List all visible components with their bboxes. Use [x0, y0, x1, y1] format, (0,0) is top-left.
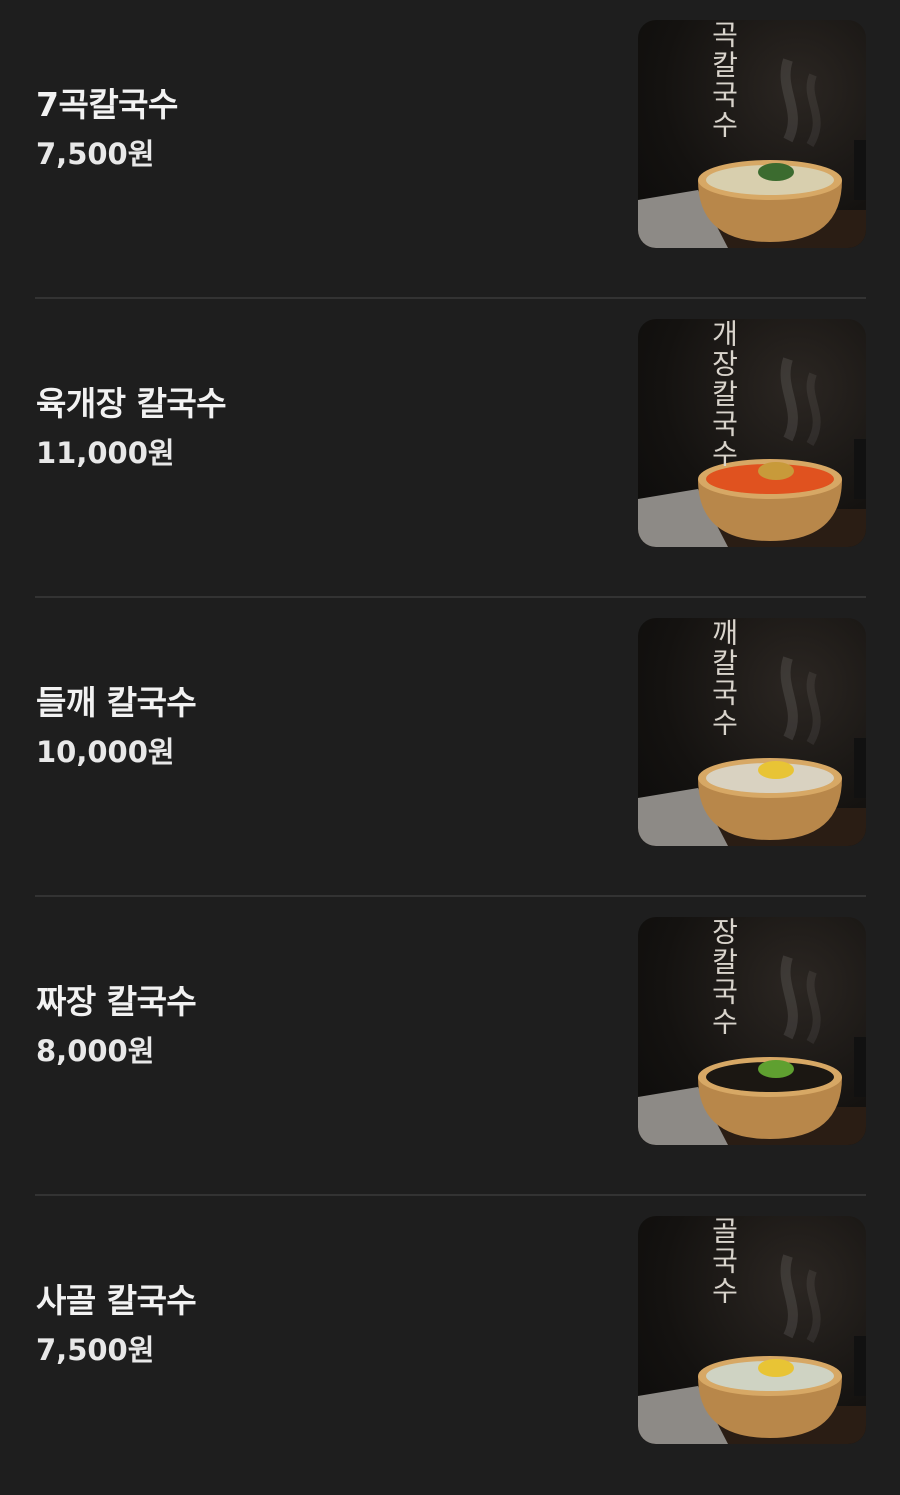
poster-title: 장칼국수	[707, 917, 740, 1037]
steam-wisp	[780, 357, 798, 442]
menu-item-price: 8,000원	[36, 1034, 155, 1068]
steam-wisp	[806, 1269, 821, 1344]
menu-list: 7곡칼국수 7,500원 곡칼국수 육개장 칼국수 11,000원 개장칼국수 …	[0, 0, 900, 1495]
poster-title: 곡칼국수	[707, 20, 740, 140]
menu-item-image[interactable]: 곡칼국수	[638, 20, 866, 248]
bowl-illustration	[638, 955, 866, 1145]
steam-wisp	[780, 656, 798, 741]
poster-title: 깨칼국수	[707, 618, 740, 738]
poster-title: 개장칼국수	[707, 319, 740, 469]
steam-wisp	[780, 58, 798, 143]
topping	[758, 1359, 794, 1377]
bottle	[854, 140, 866, 200]
bowl-illustration	[638, 1254, 866, 1444]
menu-item-name: 7곡칼국수	[36, 85, 178, 124]
steam-wisp	[806, 671, 821, 746]
bowl-illustration	[638, 656, 866, 846]
menu-item-text: 7곡칼국수 7,500원	[36, 82, 178, 174]
bottle	[854, 439, 866, 499]
menu-item-price: 11,000원	[36, 436, 175, 470]
bowl-illustration	[638, 58, 866, 248]
steam-wisp	[780, 1254, 798, 1339]
menu-item-price: 7,500원	[36, 1333, 155, 1367]
topping	[758, 163, 794, 181]
menu-item-sagol[interactable]: 사골 칼국수 7,500원 골국수	[35, 1196, 866, 1495]
menu-item-text: 짜장 칼국수 8,000원	[36, 979, 197, 1071]
menu-item-image[interactable]: 골국수	[638, 1216, 866, 1444]
topping	[758, 462, 794, 480]
menu-item-image[interactable]: 장칼국수	[638, 917, 866, 1145]
menu-item-name: 사골 칼국수	[36, 1281, 197, 1320]
steam-wisp	[780, 955, 798, 1040]
menu-item-name: 들깨 칼국수	[36, 683, 197, 722]
menu-item-jjajang[interactable]: 짜장 칼국수 8,000원 장칼국수	[35, 897, 866, 1196]
steam-wisp	[806, 970, 821, 1045]
bowl-illustration	[638, 357, 866, 547]
menu-item-price: 10,000원	[36, 735, 175, 769]
steam-wisp	[806, 73, 821, 148]
menu-item-7gok[interactable]: 7곡칼국수 7,500원 곡칼국수	[35, 0, 866, 299]
menu-item-name: 짜장 칼국수	[36, 982, 197, 1021]
bottle	[854, 738, 866, 798]
menu-item-price: 7,500원	[36, 137, 155, 171]
menu-item-text: 들깨 칼국수 10,000원	[36, 680, 197, 772]
menu-item-image[interactable]: 깨칼국수	[638, 618, 866, 846]
topping	[758, 761, 794, 779]
steam-wisp	[806, 372, 821, 447]
poster-title: 골국수	[707, 1216, 740, 1306]
menu-item-deulkkae[interactable]: 들깨 칼국수 10,000원 깨칼국수	[35, 598, 866, 897]
menu-item-text: 육개장 칼국수 11,000원	[36, 381, 227, 473]
menu-item-yukgaejang[interactable]: 육개장 칼국수 11,000원 개장칼국수	[35, 299, 866, 598]
bottle	[854, 1336, 866, 1396]
menu-item-text: 사골 칼국수 7,500원	[36, 1278, 197, 1370]
menu-item-image[interactable]: 개장칼국수	[638, 319, 866, 547]
bottle	[854, 1037, 866, 1097]
menu-item-name: 육개장 칼국수	[36, 384, 227, 423]
topping	[758, 1060, 794, 1078]
